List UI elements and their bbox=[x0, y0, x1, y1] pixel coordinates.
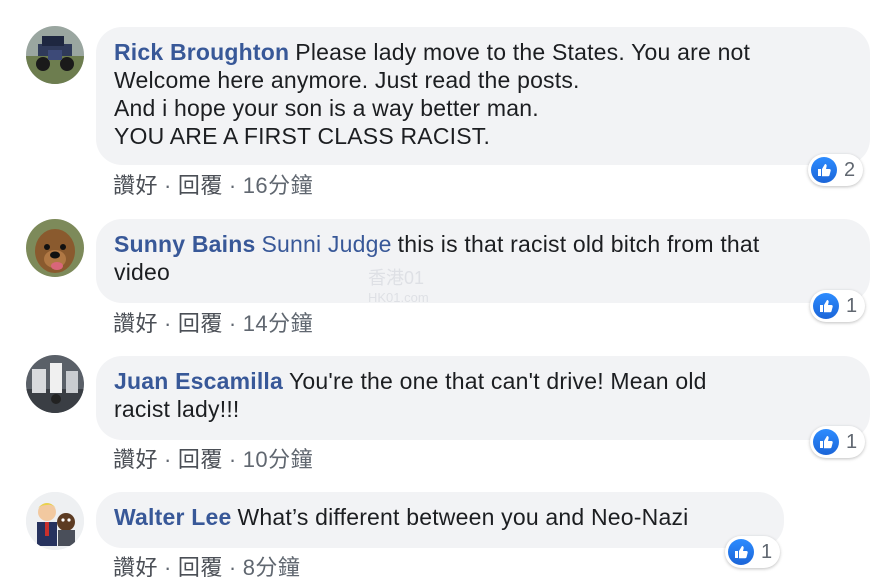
avatar[interactable] bbox=[26, 26, 84, 84]
mention-link[interactable]: Sunni Judge bbox=[262, 231, 392, 257]
avatar[interactable] bbox=[26, 219, 84, 277]
watermark-line: HK01.com bbox=[368, 290, 429, 305]
avatar[interactable] bbox=[26, 492, 84, 550]
comment-actions: 讚好 · 回覆 · 14分鐘 bbox=[113, 306, 313, 338]
comment-timestamp[interactable]: 8分鐘 bbox=[243, 555, 301, 580]
comment-timestamp[interactable]: 14分鐘 bbox=[243, 311, 313, 336]
thumbs-up-icon bbox=[811, 157, 837, 183]
separator-dot: · bbox=[228, 447, 237, 472]
comment-author[interactable]: Sunny Bains bbox=[114, 231, 256, 257]
comment-actions: 讚好 · 回覆 · 10分鐘 bbox=[113, 442, 313, 474]
separator-dot: · bbox=[228, 173, 237, 198]
reaction-count: 1 bbox=[761, 540, 773, 563]
thumbs-up-icon bbox=[813, 293, 839, 319]
avatar[interactable] bbox=[26, 355, 84, 413]
reaction-summary[interactable]: 1 bbox=[810, 290, 866, 322]
previous-comment-actions-cutoff: · · · bbox=[0, 0, 886, 8]
separator-dot: · bbox=[164, 447, 172, 472]
comment-bubble: Walter Lee What’s different between you a… bbox=[96, 492, 784, 548]
separator-dot: · bbox=[228, 311, 237, 336]
reaction-count: 2 bbox=[844, 158, 856, 181]
separator-dot: · bbox=[164, 173, 172, 198]
reaction-summary[interactable]: 1 bbox=[810, 426, 866, 458]
comment-timestamp[interactable]: 16分鐘 bbox=[243, 173, 313, 198]
separator-dot: · bbox=[164, 311, 172, 336]
reply-link[interactable]: 回覆 bbox=[178, 311, 223, 336]
thumbs-up-icon bbox=[813, 429, 839, 455]
like-link[interactable]: 讚好 bbox=[113, 447, 158, 472]
reaction-count: 1 bbox=[846, 430, 858, 453]
like-link[interactable]: 讚好 bbox=[113, 555, 158, 580]
separator-dot: · bbox=[228, 555, 237, 580]
reply-link[interactable]: 回覆 bbox=[178, 447, 223, 472]
thumbs-up-icon bbox=[728, 539, 754, 565]
separator-dot: · bbox=[164, 555, 172, 580]
comment-actions: 讚好 · 回覆 · 8分鐘 bbox=[113, 550, 300, 582]
comment-author[interactable]: Walter Lee bbox=[114, 504, 231, 530]
comment-timestamp[interactable]: 10分鐘 bbox=[243, 447, 313, 472]
watermark-line: 香港01 bbox=[368, 268, 425, 288]
reaction-count: 1 bbox=[846, 294, 858, 317]
reply-link[interactable]: 回覆 bbox=[178, 555, 223, 580]
comment-author[interactable]: Rick Broughton bbox=[114, 39, 289, 65]
comment-bubble: Sunny Bains Sunni Judge this is that racis… bbox=[96, 219, 870, 303]
comment-author[interactable]: Juan Escamilla bbox=[114, 368, 283, 394]
reply-link[interactable]: 回覆 bbox=[178, 173, 223, 198]
comment-text: What’s different between you and Neo-Naz… bbox=[237, 504, 689, 530]
comment-bubble: Rick Broughton Please lady move to the St… bbox=[96, 27, 870, 165]
reaction-summary[interactable]: 2 bbox=[808, 154, 864, 186]
like-link[interactable]: 讚好 bbox=[113, 311, 158, 336]
comment-bubble: Juan Escamilla You're the one that can't … bbox=[96, 356, 870, 440]
watermark-logo: 香港01 HK01.com bbox=[368, 268, 429, 308]
reaction-summary[interactable]: 1 bbox=[725, 536, 781, 568]
comment-actions: 讚好 · 回覆 · 16分鐘 bbox=[113, 168, 313, 200]
like-link[interactable]: 讚好 bbox=[113, 173, 158, 198]
